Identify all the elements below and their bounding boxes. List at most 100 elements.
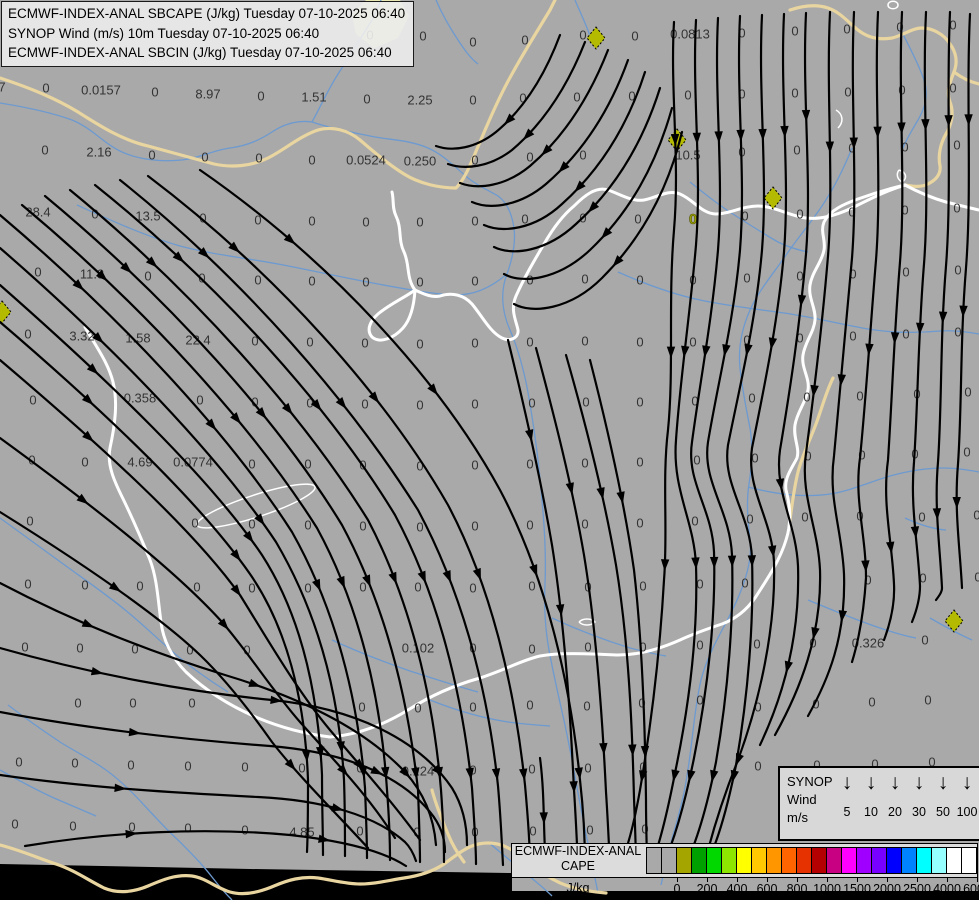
title-line-sbcin: ECMWF-INDEX-ANAL SBCIN (J/kg) Tuesday 07… [8, 45, 392, 60]
station-value: 0 [241, 823, 248, 838]
station-value: 0 [579, 148, 586, 163]
station-value: 0 [471, 336, 478, 351]
station-value: 0 [796, 207, 803, 222]
cape-colorbar-legend: ECMWF-INDEX-ANAL CAPE J/kg 0 200 400 600 800… [511, 843, 979, 896]
station-value: 0.250 [404, 154, 437, 169]
cape-color-swatch [857, 848, 872, 873]
map-svg: 0 0 0 0 0 0 0.0813 0 0 0 0 0 7 0 0.0157 0 8.97 0 1.51 0 2.25… [0, 0, 979, 900]
station-value: 0 [184, 759, 191, 774]
station-value: 0 [746, 512, 753, 527]
wind-speed-value: 10 [864, 805, 878, 819]
station-value: 0 [469, 35, 476, 50]
synop-speed-column: ↓ 50 [931, 770, 955, 839]
station-value: 0 [193, 580, 200, 595]
synop-arrow-scale: ↓ 5 ↓ 10 ↓ 20 ↓ 30 ↓ 50 ↓ 100 [835, 768, 979, 839]
station-value: 0 [526, 335, 533, 350]
station-value: 0 [921, 633, 928, 648]
station-value: 0 [748, 391, 755, 406]
station-value: 0 [868, 695, 875, 710]
station-value: 0 [636, 395, 643, 410]
station-value: 0 [129, 696, 136, 711]
station-value: 0 [419, 29, 426, 44]
cape-color-swatch [737, 848, 752, 873]
map-background [0, 0, 979, 900]
station-value: 0 [416, 215, 423, 230]
station-value: 0 [471, 519, 478, 534]
synop-speed-column: ↓ 5 [835, 770, 859, 839]
station-value: 0 [304, 581, 311, 596]
station-value: 0 [636, 273, 643, 288]
station-value: 0 [634, 212, 641, 227]
cape-color-swatch [902, 848, 917, 873]
station-value: 0 [308, 274, 315, 289]
station-value: 0 [21, 640, 28, 655]
wind-arrow-icon: ↓ [913, 771, 925, 794]
station-value: 0 [791, 86, 798, 101]
station-value: 0 [581, 272, 588, 287]
cape-color-swatch [677, 848, 692, 873]
station-value: 0 [469, 581, 476, 596]
station-value: 0 [471, 274, 478, 289]
station-value: 0 [416, 398, 423, 413]
station-value: 0 [241, 760, 248, 775]
station-value: 0 [791, 24, 798, 39]
station-value: 0 [184, 821, 191, 836]
station-value: 0 [529, 824, 536, 839]
station-value: 0 [696, 638, 703, 653]
station-value: 0 [26, 514, 33, 529]
wind-speed-value: 30 [912, 805, 926, 819]
cape-color-swatch [812, 848, 827, 873]
cape-scale-label: 6000 [963, 882, 979, 896]
station-value: 0 [918, 510, 925, 525]
synop-speed-column: ↓ 10 [859, 770, 883, 839]
station-value: 0 [584, 761, 591, 776]
station-value: 0 [24, 577, 31, 592]
station-value: 0 [11, 817, 18, 832]
synop-legend-title: SYNOP [787, 774, 833, 789]
cape-color-swatch [752, 848, 767, 873]
station-value: 0 [363, 92, 370, 107]
station-value: 0 [414, 580, 421, 595]
station-value: 0 [631, 29, 638, 44]
station-value: 0 [696, 577, 703, 592]
title-box: ECMWF-INDEX-ANAL SBCAPE (J/kg) Tuesday 0… [1, 1, 415, 67]
station-value: 2.16 [86, 145, 111, 160]
station-value: 0 [743, 271, 750, 286]
cape-color-swatch [662, 848, 677, 873]
station-value: 1.51 [301, 90, 326, 105]
station-value: 0 [41, 143, 48, 158]
station-value: 0 [76, 641, 83, 656]
cape-color-swatch [692, 848, 707, 873]
wind-arrow-icon: ↓ [889, 771, 901, 794]
station-value: 0 [526, 518, 533, 533]
station-value: 0 [636, 516, 643, 531]
station-value: 0 [693, 453, 700, 468]
station-value: 0 [361, 336, 368, 351]
station-value: 0 [579, 28, 586, 43]
station-value: 0 [151, 85, 158, 100]
station-value: 0 [963, 445, 970, 460]
olive-zero-marker: 0 [689, 211, 697, 228]
wind-arrow-icon: ↓ [841, 771, 853, 794]
cape-color-swatch [872, 848, 887, 873]
station-value: 0 [902, 327, 909, 342]
wind-speed-value: 50 [936, 805, 950, 819]
station-value: 0 [471, 214, 478, 229]
cape-color-swatch [842, 848, 857, 873]
wind-arrow-icon: ↓ [937, 771, 949, 794]
station-value: 0 [528, 396, 535, 411]
cape-color-swatch [962, 848, 976, 873]
station-value: 0 [196, 393, 203, 408]
station-value: 0 [358, 700, 365, 715]
station-value: 0 [526, 457, 533, 472]
station-value: 0 [15, 755, 22, 770]
station-value: 0 [34, 265, 41, 280]
station-value: 0 [581, 456, 588, 471]
cape-color-swatch [947, 848, 962, 873]
station-value: 0 [528, 579, 535, 594]
station-value: 0 [639, 579, 646, 594]
cape-color-swatch [917, 848, 932, 873]
synop-legend-subtitle: Wind [787, 792, 817, 807]
wind-speed-value: 5 [843, 805, 851, 819]
station-value: 8.97 [195, 87, 220, 102]
